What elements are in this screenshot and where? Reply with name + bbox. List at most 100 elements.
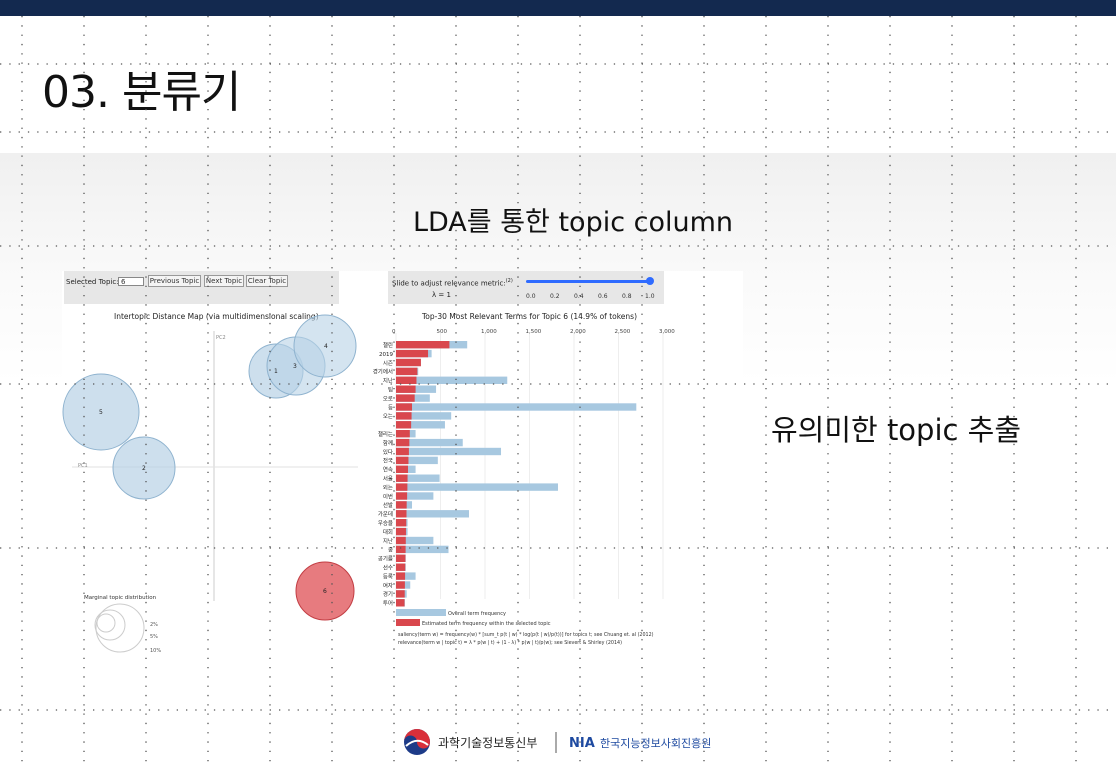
map-title: Intertopic Distance Map (via multidimens… [114,312,319,321]
term-label[interactable]: 등록 [383,573,393,580]
ldavis-panel: Selected Topic: 6 Previous Topic Next To… [62,271,743,661]
topic-frequency-bar[interactable] [396,554,406,562]
legend-estimated-label: Estimated term frequency within the sele… [422,621,551,627]
term-label[interactable]: 경기 [383,590,393,598]
x-tick-label: 1,000 [481,329,497,335]
topic-frequency-bar[interactable] [396,341,450,349]
term-label[interactable]: 연속 [383,466,393,474]
term-label[interactable]: 지난 [383,377,393,385]
term-label[interactable]: 오로 [383,395,393,402]
term-label[interactable]: 챌리는 [378,430,393,438]
topic-frequency-bar[interactable] [396,456,409,465]
topic-frequency-bar[interactable] [396,501,407,509]
term-label[interactable]: 선발 [383,501,393,509]
term-label[interactable]: 등 [388,404,393,411]
legend-overall-swatch [396,609,446,616]
topic-frequency-bar[interactable] [396,581,405,589]
term-label[interactable]: 챌린 [383,341,393,349]
term-label[interactable]: 이번 [383,492,393,500]
term-label[interactable]: 중 [388,547,393,554]
chart-title: Top-30 Most Relevant Terms for Topic 6 (… [421,312,637,321]
term-label[interactable]: 전국 [383,457,393,465]
pc1-label: PC1 [78,463,88,469]
topic-frequency-bar[interactable] [396,572,406,580]
relevant-terms-chart: Top-30 Most Relevant Terms for Topic 6 (… [373,312,675,607]
topic-frequency-bar[interactable] [396,492,408,500]
x-tick-label: 500 [437,329,448,335]
topic-frequency-bar[interactable] [396,403,413,411]
term-label[interactable]: 팀 [388,386,393,394]
topic-frequency-bar[interactable] [396,412,412,420]
side-note: 유의미한 topic 추출 [771,413,1022,447]
slide-subtitle: LDA를 통한 topic column [412,207,734,238]
term-label[interactable]: 외는 [383,484,393,491]
term-label[interactable]: 함께 [383,439,393,447]
term-label[interactable]: 여자 [383,581,393,589]
term-label[interactable]: 경기에서 [373,368,393,376]
topic-frequency-bar[interactable] [396,385,416,393]
topic-label: 5 [99,409,103,416]
footnote-relevance: relevance(term w | topic t) = λ * p(w | … [398,640,622,646]
overall-frequency-bar[interactable] [396,447,502,456]
korea-government-logo [404,729,430,755]
marginal-tick: 2% [150,622,158,628]
topic-frequency-bar[interactable] [396,527,406,536]
topic-frequency-bar[interactable] [396,349,429,358]
marginal-circle-small [96,613,116,633]
overall-frequency-bar[interactable] [396,483,558,491]
topic-frequency-bar[interactable] [396,474,408,482]
term-label[interactable]: 지난 [383,537,393,545]
term-label[interactable]: 투어 [383,599,393,607]
topic-frequency-bar[interactable] [396,430,410,438]
term-label[interactable]: 서울 [383,475,393,483]
term-label[interactable]: 2019 [379,352,393,358]
marginal-tick: 10% [150,648,161,654]
footer: 과학기술정보통신부 NIA 한국지능정보사회진흥원 [0,720,1116,767]
term-label[interactable]: 공기를 [378,555,393,563]
term-label[interactable]: 오는 [383,413,393,420]
overall-frequency-bar[interactable] [396,510,469,518]
topic-frequency-bar[interactable] [396,590,405,598]
legend-overall-label: Overall term frequency [448,611,506,617]
term-label[interactable]: 우승을 [378,520,393,527]
term-label[interactable]: 가운데 [378,510,393,518]
topic-frequency-bar[interactable] [396,519,407,527]
ldavis-svg: Intertopic Distance Map (via multidimens… [62,312,675,654]
term-label[interactable]: 선수 [383,564,393,572]
legend-estimated-swatch [396,619,420,626]
topic-frequency-bar[interactable] [396,563,406,571]
x-tick-label: 3,000 [659,329,675,335]
topic-frequency-bar[interactable] [396,545,406,554]
topic-frequency-bar[interactable] [396,367,418,376]
term-label[interactable]: 있다 [383,448,393,456]
pc2-label: PC2 [216,335,226,341]
x-tick-label: 2,000 [570,329,586,335]
term-label[interactable]: 대회 [383,528,393,536]
topic-frequency-bar[interactable] [396,599,405,607]
x-tick-label: 1,500 [526,329,542,335]
topic-frequency-bar[interactable] [396,510,407,518]
topic-frequency-bar[interactable] [396,447,409,456]
marginal-tick: 5% [150,634,158,640]
term-label[interactable]: 시즌 [383,360,393,367]
topic-frequency-bar[interactable] [396,421,412,429]
topic-label: 4 [324,343,328,350]
x-tick-label: 0 [392,329,396,335]
topic-frequency-bar[interactable] [396,438,410,447]
topic-frequency-bar[interactable] [396,358,421,367]
topic-label: 1 [274,368,278,375]
topic-frequency-bar[interactable] [396,465,409,473]
slide-title: 03. 분류기 [42,67,241,118]
x-tick-label: 2,500 [615,329,631,335]
topic-frequency-bar[interactable] [396,536,406,545]
ministry-name: 과학기술정보통신부 [438,736,537,750]
nia-abbr: NIA [569,736,595,751]
topic-label: 2 [142,465,146,472]
footer-logos: 과학기술정보통신부 NIA 한국지능정보사회진흥원 [404,729,711,755]
topic-frequency-bar[interactable] [396,483,408,491]
agency-name: 한국지능정보사회진흥원 [600,736,711,750]
overall-frequency-bar[interactable] [396,403,637,411]
footnote-saliency: saliency(term w) = frequency(w) * [sum_t… [398,632,654,638]
topic-frequency-bar[interactable] [396,394,415,402]
topic-frequency-bar[interactable] [396,376,417,384]
